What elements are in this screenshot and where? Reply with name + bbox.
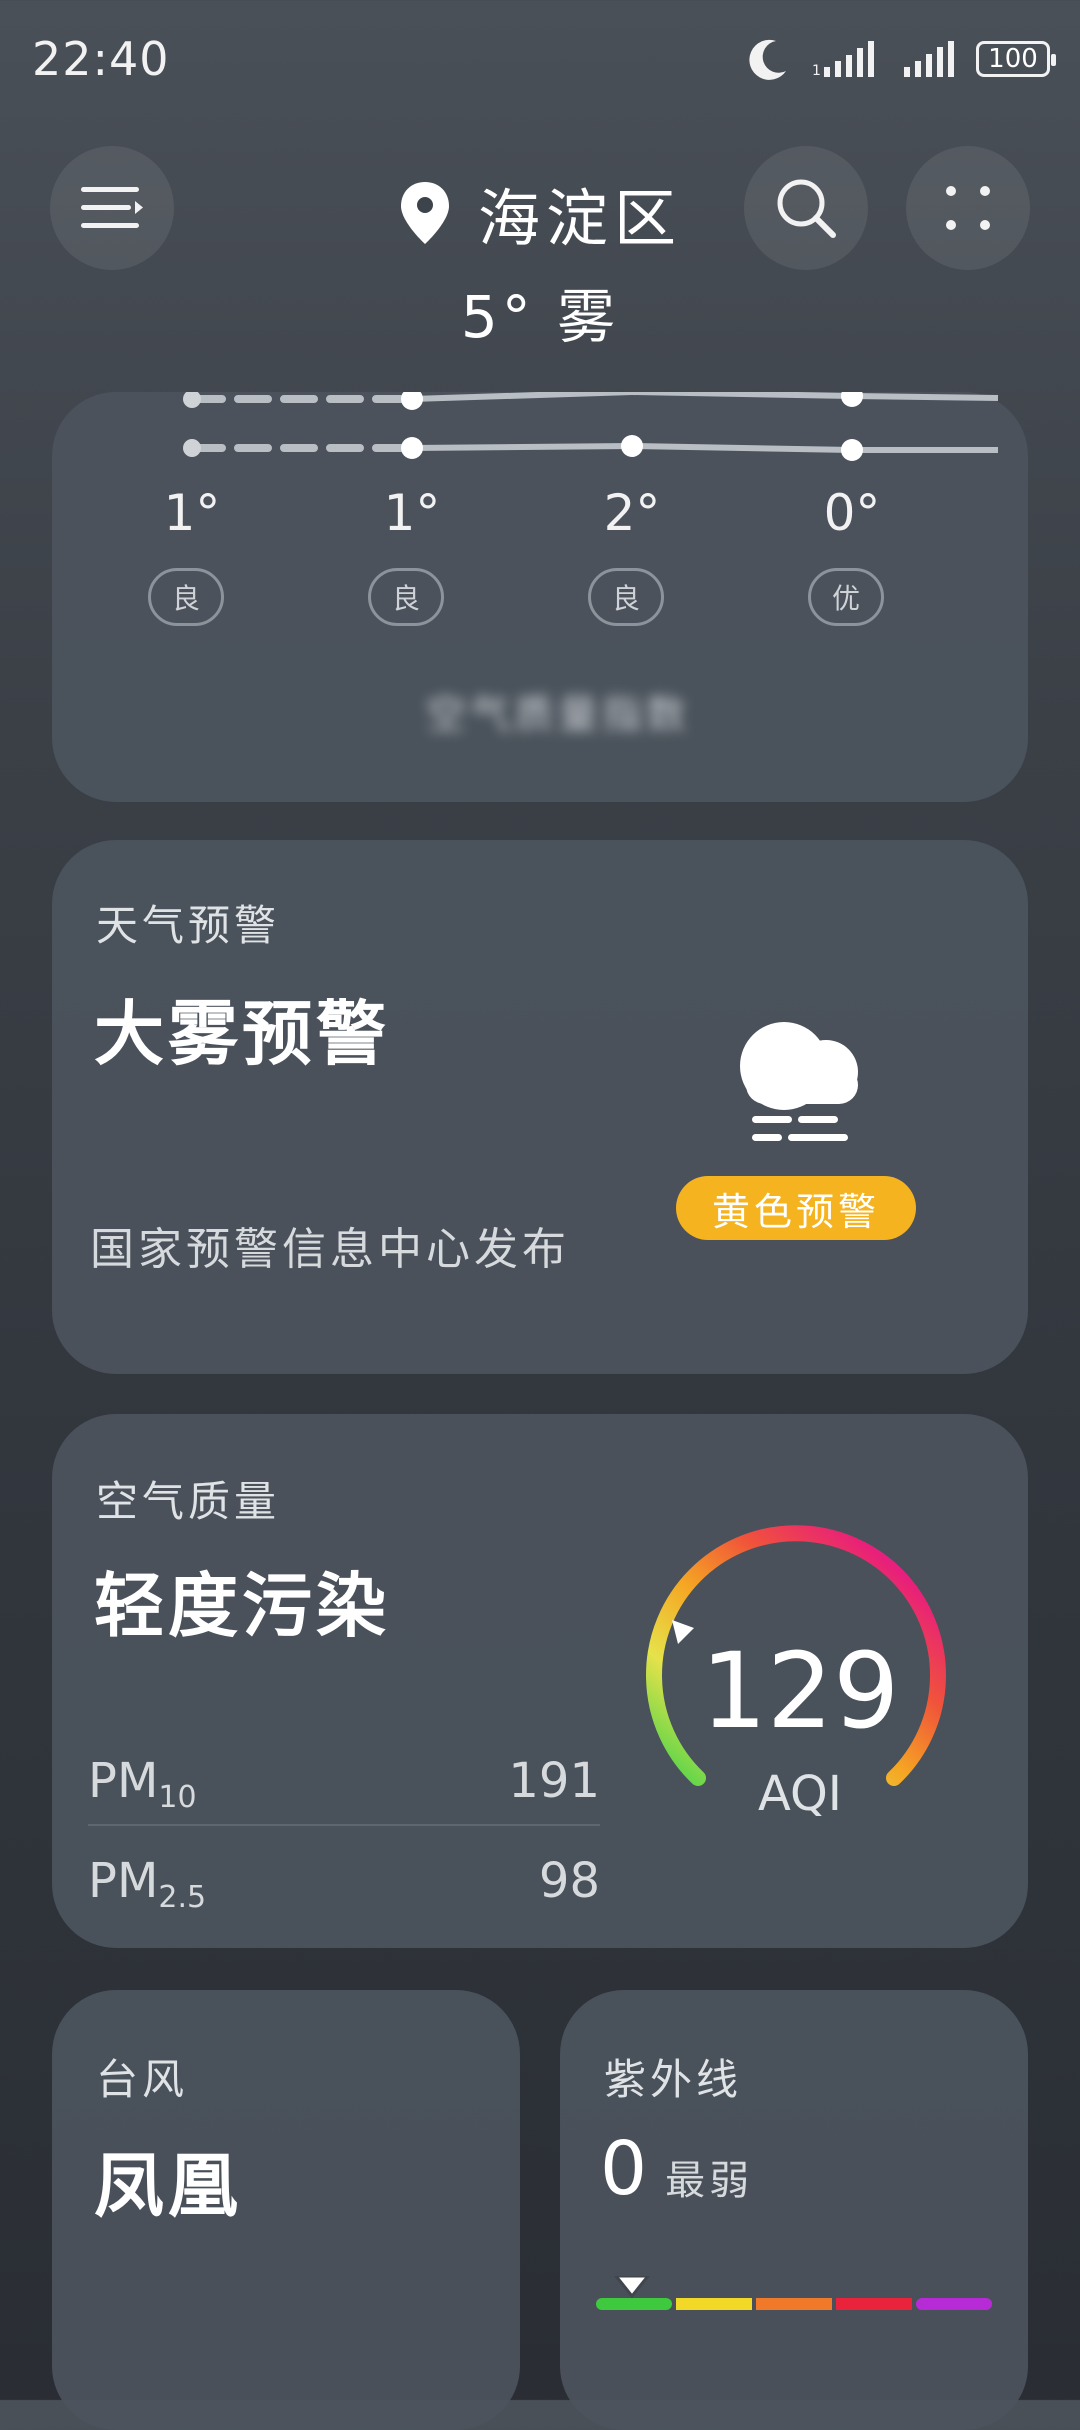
hour-temp-4: 0° <box>823 484 881 542</box>
air-quality-label: 空气质量 <box>96 1477 281 1526</box>
status-bar: 22:40 1 100 <box>0 0 1080 120</box>
pm25-value: 98 <box>538 1853 600 1909</box>
warning-label: 天气预警 <box>96 901 281 950</box>
status-time: 22:40 <box>32 32 170 86</box>
battery-level: 100 <box>988 44 1038 74</box>
grid-dots-icon <box>946 186 990 230</box>
search-icon <box>777 179 836 238</box>
air-quality-title: 轻度污染 <box>94 1565 390 1647</box>
hour-temp-2: 1° <box>383 484 441 542</box>
current-temp: 5° <box>460 283 535 351</box>
aqi-unit: AQI <box>758 1766 842 1822</box>
current-weather: 5° 雾 <box>300 270 780 354</box>
hour-aqi-2: 良 <box>368 568 444 626</box>
aqi-gauge-pointer <box>672 1620 694 1644</box>
current-condition: 雾 <box>557 283 620 351</box>
hourly-forecast-card[interactable]: 1° 1° 2° 0° 良 良 良 优 空气质量指数 <box>52 392 1028 802</box>
fog-icon <box>740 1022 858 1141</box>
battery-icon: 100 <box>976 41 1056 77</box>
typhoon-name: 凤凰 <box>94 2145 242 2227</box>
location-pin-icon <box>400 182 449 244</box>
uv-scale <box>596 2276 992 2310</box>
pm10-row: PM10 191 <box>88 1746 600 1816</box>
uv-level: 最弱 <box>665 2158 754 2204</box>
location-header[interactable]: 海淀区 5° 雾 <box>300 168 780 354</box>
signal-icon-sim2 <box>904 41 954 77</box>
uv-value: 0 <box>600 2126 648 2212</box>
hour-aqi-1: 良 <box>148 568 224 626</box>
hour-aqi-4: 优 <box>808 568 884 626</box>
aqi-value: 129 <box>700 1630 900 1752</box>
uv-reading: 0 最弱 <box>600 2126 753 2212</box>
hour-temp-3: 2° <box>603 484 661 542</box>
warning-title: 大雾预警 <box>94 993 390 1075</box>
more-apps-button[interactable] <box>906 146 1030 270</box>
svg-text:1: 1 <box>812 63 821 79</box>
hour-temp-1: 1° <box>163 484 221 542</box>
uv-label: 紫外线 <box>604 2055 743 2104</box>
typhoon-label: 台风 <box>96 2055 189 2104</box>
pm10-label: PM10 <box>88 1753 197 1815</box>
pm25-row: PM2.5 98 <box>88 1846 600 1916</box>
status-icons: 1 100 <box>746 34 1056 84</box>
pm10-value: 191 <box>508 1753 600 1809</box>
signal-icon-sim1: 1 <box>812 41 874 79</box>
pm25-label: PM2.5 <box>88 1853 207 1915</box>
blurred-caption: 空气质量指数 <box>426 692 690 738</box>
warning-source: 国家预警信息中心发布 <box>90 1224 570 1275</box>
location-name: 海淀区 <box>477 182 682 255</box>
hour-aqi-3: 良 <box>588 568 664 626</box>
pm-divider <box>88 1824 600 1826</box>
menu-button[interactable] <box>50 146 174 270</box>
uv-scale-pointer <box>614 2276 650 2299</box>
menu-icon <box>81 187 143 228</box>
warning-level-badge: 黄色预警 <box>676 1176 916 1240</box>
search-button[interactable] <box>744 146 868 270</box>
do-not-disturb-moon-icon <box>749 39 786 80</box>
